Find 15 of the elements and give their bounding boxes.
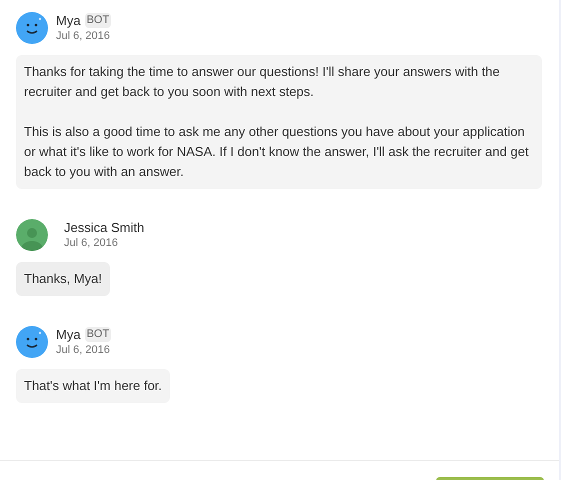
message-date: Jul 6, 2016: [64, 236, 119, 251]
smiley-avatar-icon: [16, 326, 48, 358]
message-text: Thanks, Mya!: [24, 270, 102, 288]
message-text: This is also a good time to ask me any other questions you have about your application or what it's like to work for NASA. If I don't know the answer, I'll ask the recruiter and get back to you with an answer.: [24, 123, 530, 181]
message-date: Jul 6, 2016: [56, 29, 111, 44]
bot-badge: BOT: [84, 13, 112, 28]
sender-name: Jessica Smith: [64, 219, 144, 236]
sender-name: Mya: [56, 326, 81, 343]
smiley-avatar-icon: [16, 12, 48, 44]
bot-badge: BOT: [84, 327, 112, 342]
sender-name: Mya: [56, 12, 81, 29]
message-date: Jul 6, 2016: [56, 343, 111, 358]
person-avatar-icon: [16, 219, 48, 251]
message-text: Thanks for taking the time to answer our questions! I'll share your answers with the recruiter and get back to you soon with next steps.: [24, 63, 501, 101]
message-text: That's what I'm here for.: [24, 377, 162, 395]
